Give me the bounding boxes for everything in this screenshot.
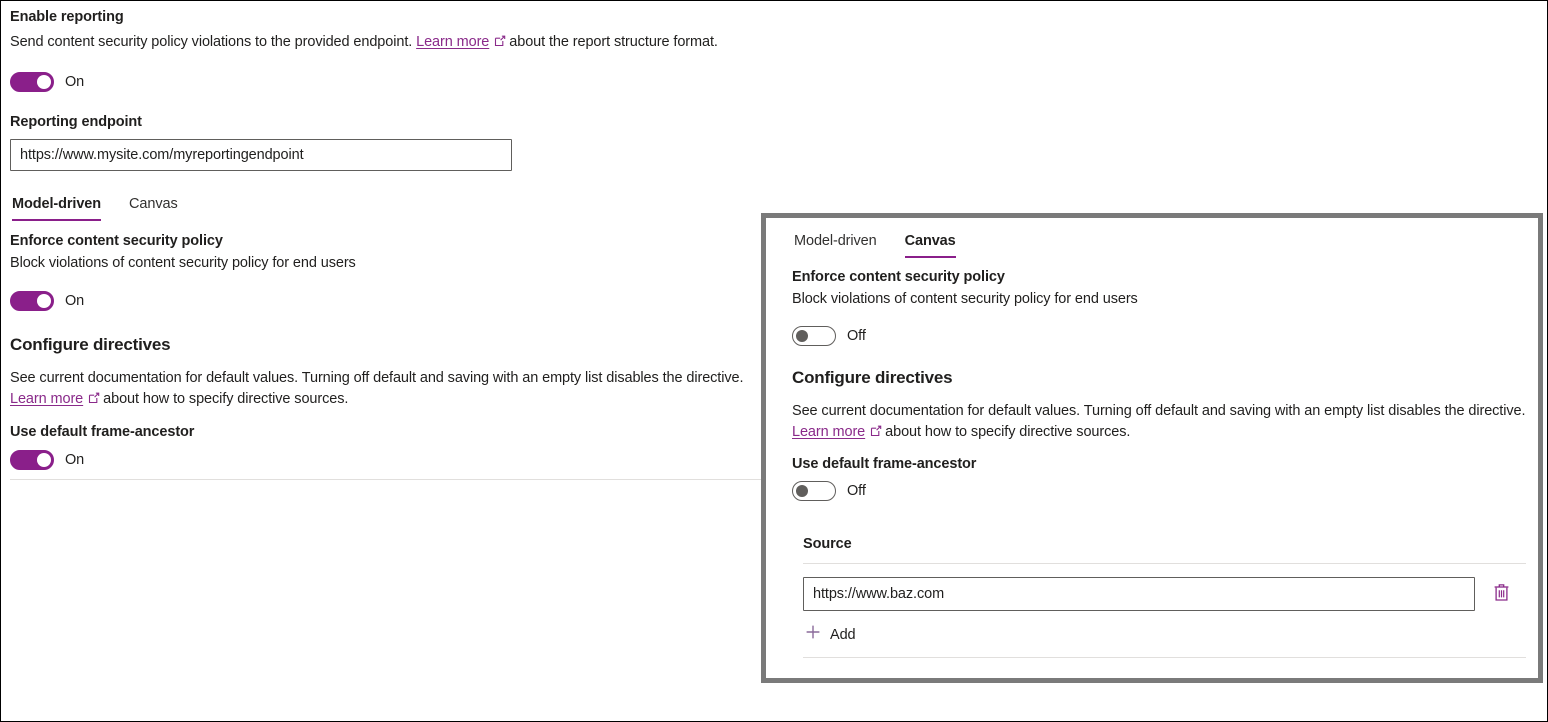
enforce-policy-toggle-row[interactable]: On [10,291,770,311]
canvas-tab-callout: Model-driven Canvas Enforce content secu… [761,213,1543,683]
configure-directives-heading: Configure directives [10,335,770,355]
enable-reporting-desc-after: about the report structure format. [509,34,718,50]
toggle-knob [37,75,51,89]
configure-directives-section: Configure directives See current documen… [10,335,770,410]
callout-configure-directives-desc-after: about how to specify directive sources. [885,424,1130,440]
app-type-tabs: Model-driven Canvas [10,193,770,221]
frame-ancestor-toggle[interactable] [10,450,54,470]
callout-tab-canvas-label: Canvas [905,233,956,249]
callout-configure-directives-section: Configure directives See current documen… [792,368,1522,443]
tab-model-driven-label: Model-driven [12,196,101,212]
toggle-knob [37,453,51,467]
enforce-policy-toggle[interactable] [10,291,54,311]
callout-frame-ancestor-section: Use default frame-ancestor Off [792,454,1522,501]
frame-ancestor-toggle-state: On [65,452,84,468]
source-table-footer-divider [803,657,1526,658]
delete-icon [1493,583,1510,605]
configure-directives-description: See current documentation for default va… [10,368,762,410]
callout-frame-ancestor-toggle-state: Off [847,483,866,499]
callout-configure-directives-desc-before: See current documentation for default va… [792,403,1525,419]
configure-directives-desc-before: See current documentation for default va… [10,370,743,386]
enforce-policy-section: Enforce content security policy Block vi… [10,231,770,311]
callout-enforce-policy-toggle-row[interactable]: Off [792,326,1522,346]
reporting-endpoint-label: Reporting endpoint [10,112,770,132]
configure-directives-learn-more-link[interactable]: Learn more [10,391,83,407]
app-type-tablist: Model-driven Canvas [10,193,770,221]
source-table: Source Add [803,536,1526,658]
add-source-button[interactable]: Add [803,617,1526,652]
callout-enforce-policy-toggle-state: Off [847,328,866,344]
enable-reporting-section: Enable reporting Send content security p… [10,7,770,92]
enforce-policy-toggle-state: On [65,293,84,309]
frame-ancestor-toggle-row[interactable]: On [10,450,770,470]
enable-reporting-learn-more-link[interactable]: Learn more [416,34,489,50]
canvas-callout-content: Model-driven Canvas Enforce content secu… [766,218,1538,678]
callout-tab-model-driven-label: Model-driven [794,233,877,249]
tab-model-driven[interactable]: Model-driven [10,193,115,221]
callout-app-type-tabs: Model-driven Canvas [792,230,1522,258]
enable-reporting-toggle-state: On [65,74,84,90]
callout-frame-ancestor-toggle-row[interactable]: Off [792,481,1522,501]
callout-frame-ancestor-label: Use default frame-ancestor [792,454,1522,474]
enable-reporting-desc-before: Send content security policy violations … [10,34,412,50]
reporting-endpoint-input[interactable] [10,139,512,171]
frame-ancestor-label: Use default frame-ancestor [10,422,770,442]
callout-enforce-policy-section: Enforce content security policy Block vi… [792,267,1522,346]
callout-enforce-policy-toggle[interactable] [792,326,836,346]
add-icon [805,624,821,645]
frame-ancestor-section: Use default frame-ancestor On [10,422,770,470]
external-link-icon [870,425,882,437]
enforce-policy-label: Enforce content security policy [10,231,770,251]
tab-canvas[interactable]: Canvas [115,193,192,221]
enforce-policy-description: Block violations of content security pol… [10,253,770,274]
callout-configure-directives-description: See current documentation for default va… [792,401,1537,443]
callout-configure-directives-learn-more-link[interactable]: Learn more [792,424,865,440]
source-table-header-divider [803,563,1526,564]
source-input[interactable] [803,577,1475,611]
delete-source-button[interactable] [1485,578,1517,610]
csp-settings-panel: Enable reporting Send content security p… [10,1,770,480]
callout-app-type-tablist: Model-driven Canvas [792,230,1522,258]
external-link-icon [494,35,506,47]
callout-configure-directives-heading: Configure directives [792,368,1522,388]
section-divider [10,479,763,480]
enable-reporting-description: Send content security policy violations … [10,32,758,53]
callout-tab-canvas[interactable]: Canvas [891,230,970,258]
callout-enforce-policy-description: Block violations of content security pol… [792,289,1522,310]
reporting-endpoint-section: Reporting endpoint [10,112,770,171]
callout-tab-model-driven[interactable]: Model-driven [792,230,891,258]
toggle-knob [796,330,808,342]
toggle-knob [796,485,808,497]
callout-frame-ancestor-toggle[interactable] [792,481,836,501]
configure-directives-desc-after: about how to specify directive sources. [103,391,348,407]
source-row [803,577,1526,611]
tab-canvas-label: Canvas [129,196,178,212]
toggle-knob [37,294,51,308]
enable-reporting-label: Enable reporting [10,7,770,27]
add-source-label: Add [830,627,856,643]
callout-enforce-policy-label: Enforce content security policy [792,267,1522,287]
source-column-header: Source [803,536,1526,552]
enable-reporting-toggle[interactable] [10,72,54,92]
screenshot-frame: Enable reporting Send content security p… [0,0,1548,722]
enable-reporting-toggle-row[interactable]: On [10,72,770,92]
external-link-icon [88,392,100,404]
